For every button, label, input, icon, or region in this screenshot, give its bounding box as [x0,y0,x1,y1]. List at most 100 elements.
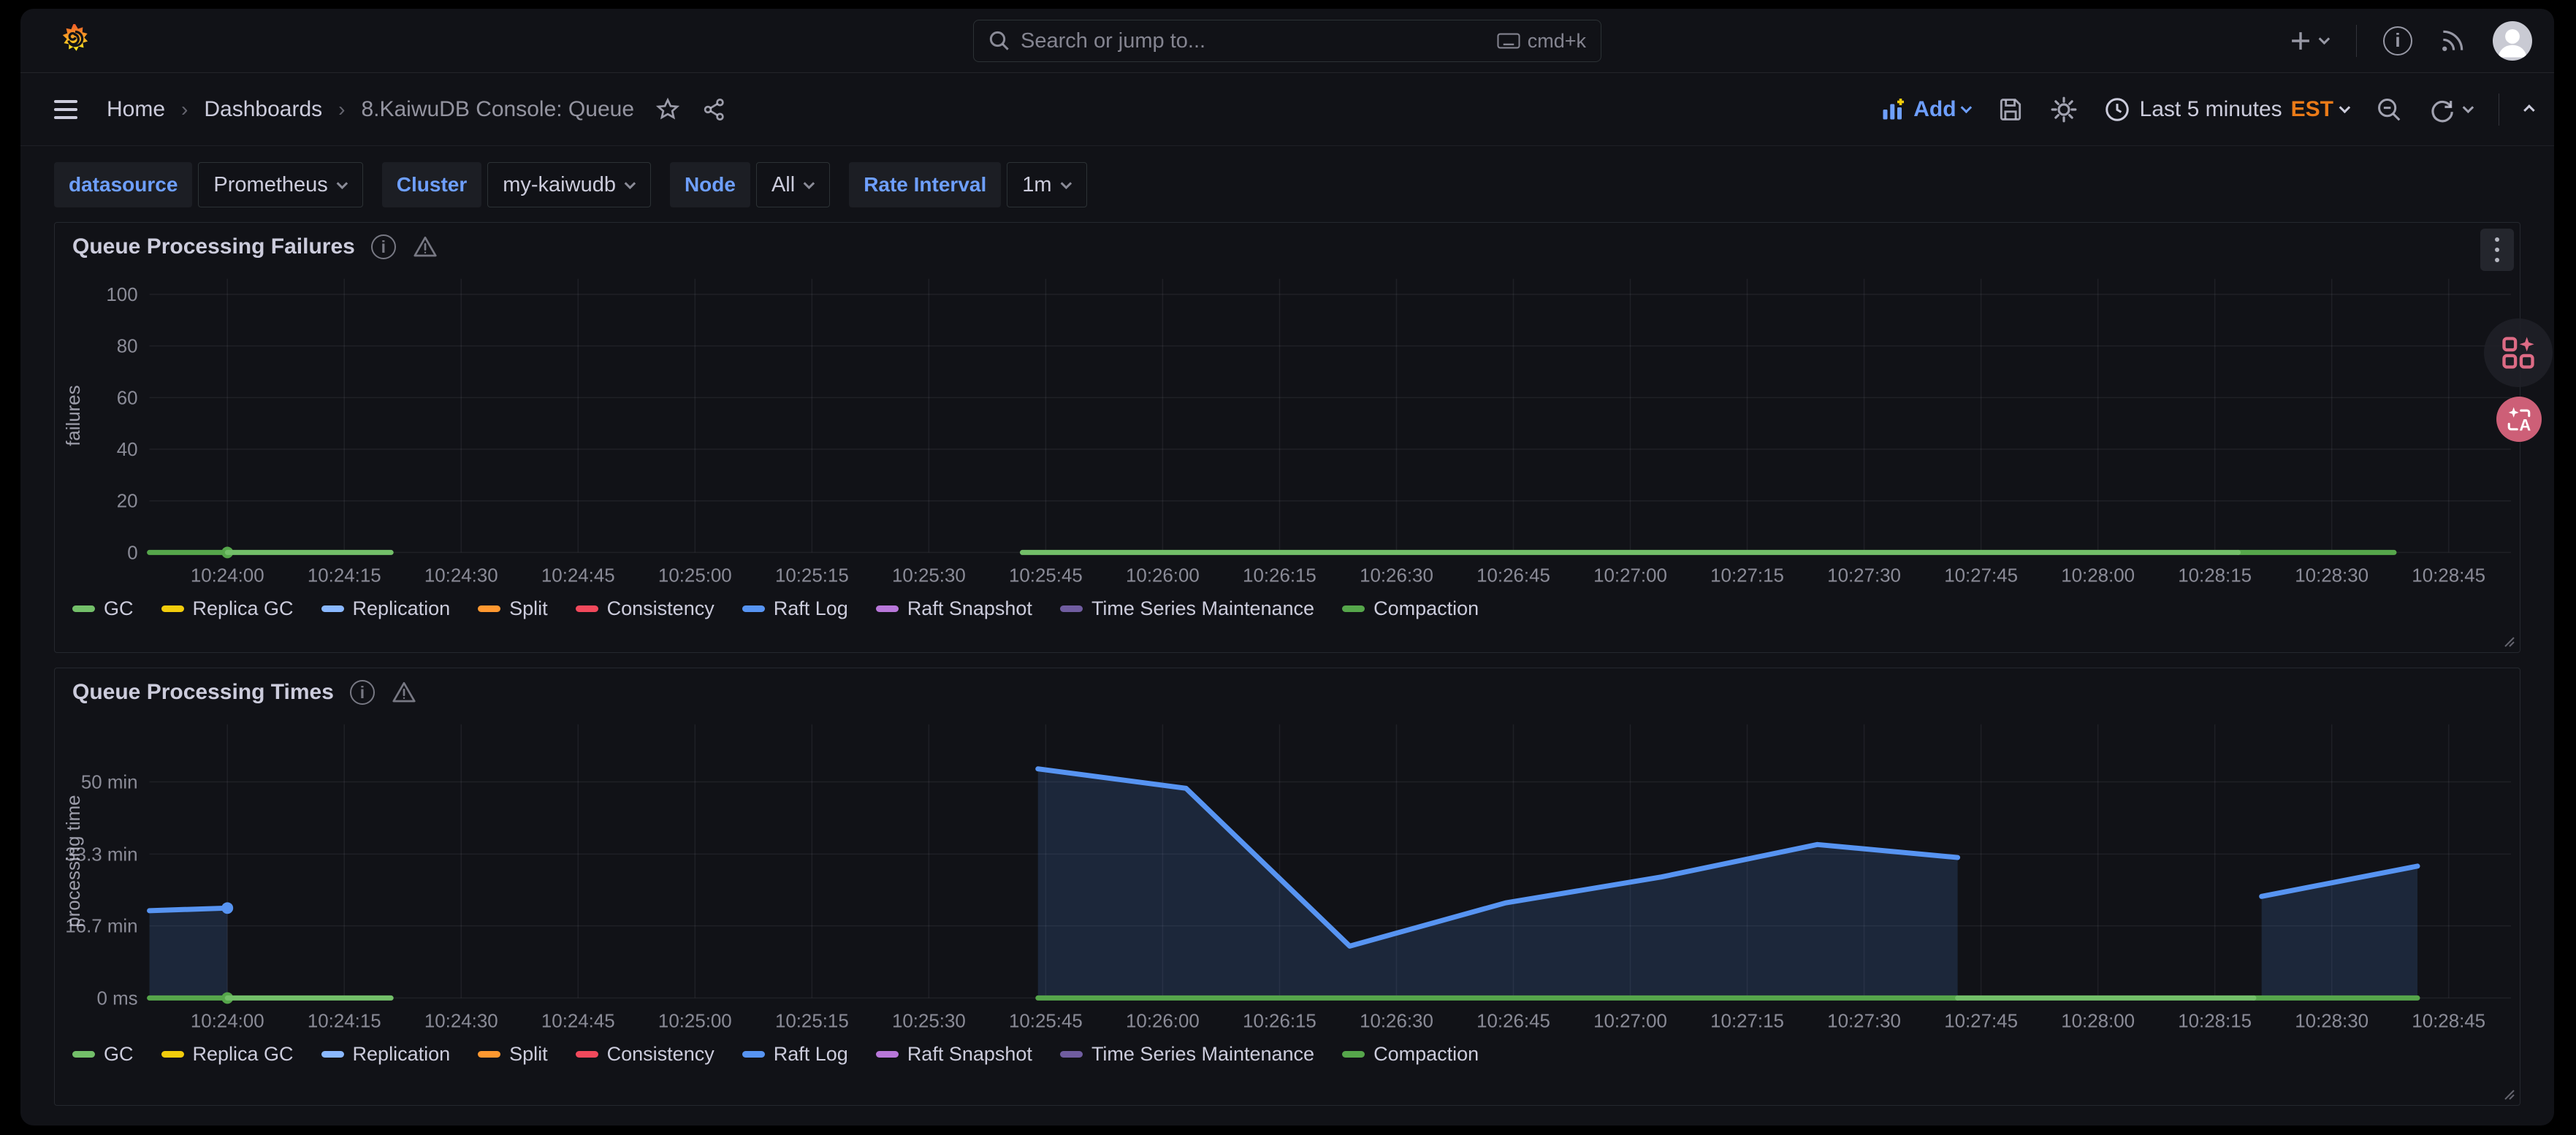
grafana-logo-icon[interactable] [58,23,92,59]
legend-item[interactable]: Time Series Maintenance [1060,597,1314,620]
translate-extension-button[interactable]: A [2496,397,2542,442]
panel-menu-button[interactable] [2480,229,2514,271]
chart-canvas[interactable]: 10:24:0010:24:1510:24:3010:24:4510:25:00… [55,716,2520,1038]
legend-item[interactable]: Replication [321,1043,451,1066]
info-icon[interactable] [371,234,396,259]
x-tick-label: 10:24:00 [191,565,264,586]
breadcrumb-dashboards[interactable]: Dashboards [204,97,322,122]
x-tick-label: 10:26:30 [1360,1011,1433,1031]
mega-menu-button[interactable] [54,100,77,119]
chart-queue-processing-times[interactable]: 10:24:0010:24:1510:24:3010:24:4510:25:00… [55,716,2520,1042]
breadcrumb-home[interactable]: Home [107,97,165,122]
help-button[interactable] [2383,26,2412,56]
search-shortcut: cmd+k [1497,30,1586,53]
x-tick-label: 10:24:15 [308,1011,381,1031]
legend-item[interactable]: Split [478,1043,548,1066]
global-search[interactable]: cmd+k [973,20,1601,62]
chevron-down-icon [625,177,636,189]
legend-item[interactable]: Time Series Maintenance [1060,1043,1314,1066]
warning-icon[interactable] [412,234,438,260]
legend-item[interactable]: Consistency [576,1043,715,1066]
chart-canvas[interactable]: 10:24:0010:24:1510:24:3010:24:4510:25:00… [55,271,2520,592]
panel-title[interactable]: Queue Processing Failures [72,234,355,259]
x-tick-label: 10:28:30 [2295,565,2369,586]
zoom-out-icon[interactable] [2375,96,2403,123]
user-avatar[interactable] [2493,21,2532,61]
info-icon[interactable] [350,680,375,705]
variable-cluster: Cluster my-kaiwudb [382,162,651,207]
grafana-window: cmd+k Home › Dashboards › 8.KaiwuDB Cons… [20,9,2554,1126]
x-tick-label: 10:26:30 [1360,565,1433,586]
legend-item[interactable]: Split [478,597,548,620]
x-tick-label: 10:28:15 [2178,565,2252,586]
legend-label: Raft Log [774,597,848,620]
legend-swatch [1342,1051,1365,1058]
legend-item[interactable]: Compaction [1342,597,1479,620]
legend-item[interactable]: Raft Snapshot [876,1043,1032,1066]
x-tick-label: 10:28:45 [2412,1011,2485,1031]
legend-label: Consistency [607,597,715,620]
chevron-down-icon [1060,177,1072,189]
variable-label: Cluster [382,162,481,207]
search-input[interactable] [1021,29,1487,53]
legend-item[interactable]: Raft Log [742,1043,848,1066]
chart-legend: GC Replica GC Replication Split Consistency R… [55,596,2520,630]
share-icon[interactable] [701,96,728,123]
x-tick-label: 10:24:30 [424,1011,498,1031]
chevron-down-icon [2339,102,2351,114]
legend-swatch [72,1051,95,1058]
variable-value-dropdown[interactable]: 1m [1007,162,1086,207]
legend-item[interactable]: Raft Log [742,597,848,620]
chevron-down-icon [2463,102,2474,114]
x-tick-label: 10:28:45 [2412,565,2485,586]
chart-legend: GC Replica GC Replication Split Consistency R… [55,1042,2520,1076]
timezone-label: EST [2291,97,2333,122]
variable-value-dropdown[interactable]: All [756,162,830,207]
extension-overlay-button[interactable] [2484,318,2553,387]
x-tick-label: 10:27:30 [1827,1011,1901,1031]
legend-item[interactable]: Raft Snapshot [876,597,1032,620]
chart-queue-processing-failures[interactable]: 10:24:0010:24:1510:24:3010:24:4510:25:00… [55,271,2520,596]
legend-label: Replica GC [193,597,294,620]
variable-rate-interval: Rate Interval 1m [849,162,1086,207]
legend-label: Split [509,1043,548,1066]
variable-value-dropdown[interactable]: my-kaiwudb [487,162,651,207]
variable-datasource: datasource Prometheus [54,162,363,207]
settings-gear-icon[interactable] [2049,95,2078,124]
bar-chart-add-icon [1880,96,1906,123]
legend-swatch [478,1051,500,1058]
legend-item[interactable]: Replication [321,597,451,620]
add-panel-button[interactable]: Add [1880,96,1971,123]
x-tick-label: 10:26:15 [1243,565,1316,586]
new-menu-button[interactable] [2288,28,2330,53]
panel-queue-processing-failures: Queue Processing Failures 10:24:0010:24:… [54,222,2520,653]
y-axis-label: failures [64,385,84,446]
time-range-picker[interactable]: Last 5 minutes EST [2103,96,2350,123]
x-tick-label: 10:25:00 [658,565,732,586]
legend-swatch [742,1051,765,1058]
legend-label: Raft Snapshot [907,1043,1032,1066]
panel-resize-handle[interactable] [2504,636,2515,648]
legend-item[interactable]: Replica GC [161,597,294,620]
x-tick-label: 10:28:30 [2295,1011,2369,1031]
x-tick-label: 10:26:45 [1476,1011,1550,1031]
refresh-button[interactable] [2428,96,2474,123]
legend-item[interactable]: GC [72,1043,134,1066]
collapse-toolbar-button[interactable] [2523,104,2535,116]
news-rss-icon[interactable] [2439,27,2466,55]
variable-value-dropdown[interactable]: Prometheus [198,162,362,207]
x-tick-label: 10:26:45 [1476,565,1550,586]
legend-swatch [1342,605,1365,612]
warning-icon[interactable] [391,679,417,706]
favorite-star-icon[interactable] [655,96,681,123]
legend-item[interactable]: Compaction [1342,1043,1479,1066]
y-tick-label: 50 min [81,772,138,792]
panel-title[interactable]: Queue Processing Times [72,680,334,705]
save-dashboard-icon[interactable] [1997,96,2024,123]
legend-item[interactable]: GC [72,597,134,620]
legend-item[interactable]: Replica GC [161,1043,294,1066]
legend-item[interactable]: Consistency [576,597,715,620]
x-tick-label: 10:24:00 [191,1011,264,1031]
panel-resize-handle[interactable] [2504,1089,2515,1101]
x-tick-label: 10:26:00 [1126,565,1200,586]
